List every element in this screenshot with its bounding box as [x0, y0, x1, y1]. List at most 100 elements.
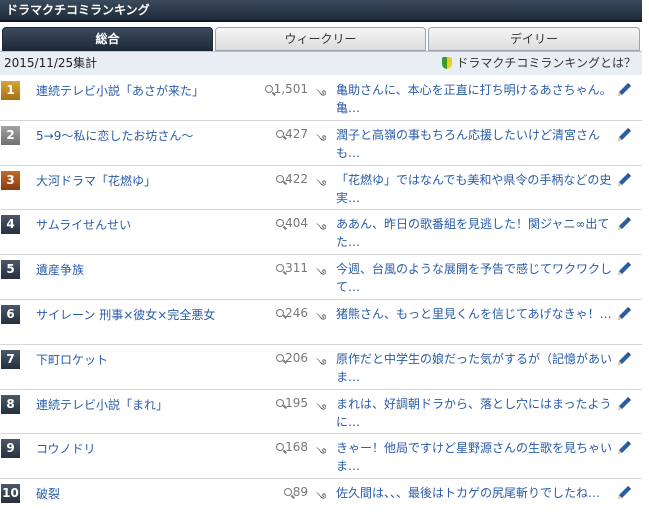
aggregation-date: 2015/11/25集計 [4, 56, 98, 70]
search-icon [276, 219, 285, 228]
beginner-leaf-icon [442, 57, 453, 69]
comment-link[interactable]: 佐久間は、、、最後はトカゲの尻尾斬りでしたね… [336, 484, 614, 519]
rank-badge: 6 [1, 304, 20, 324]
drama-title-link[interactable]: コウノドリ [36, 440, 96, 457]
rank-badge: 5 [1, 260, 20, 280]
search-count: 206 [248, 351, 308, 365]
comment-link[interactable]: 「花燃ゆ」ではなんでも美和や県令の手柄などの史実… [336, 171, 614, 209]
search-icon [276, 443, 285, 452]
search-icon [276, 264, 285, 273]
drama-title-link[interactable]: サイレーン 刑事×彼女×完全悪女 [36, 306, 215, 323]
search-count: 195 [248, 396, 308, 410]
search-count-value: 246 [285, 305, 308, 320]
ranking-help-label: ドラマクチコミランキングとは？ [456, 56, 636, 70]
comment-link[interactable]: 亀助さんに、本心を正直に打ち明けるあさちゃん。亀… [336, 81, 614, 119]
talk-icon: ࿓ [316, 356, 327, 370]
search-icon [276, 129, 285, 138]
search-count-value: 404 [285, 216, 308, 231]
list-item: 10 破裂 89 ࿓ 佐久間は、、、最後はトカゲの尻尾斬りでしたね… [0, 479, 642, 519]
search-icon [276, 308, 285, 317]
search-count-value: 422 [285, 171, 308, 186]
rank-badge: 1 [1, 81, 20, 100]
drama-title-link[interactable]: 5→9～私に恋したお坊さん～ [36, 127, 193, 144]
search-count: 168 [248, 440, 308, 454]
search-icon [264, 85, 273, 93]
search-icon [283, 488, 292, 497]
pencil-icon[interactable] [616, 127, 632, 143]
rank-badge: 7 [1, 349, 20, 369]
pencil-icon[interactable] [616, 216, 632, 232]
search-count-value: 168 [285, 440, 308, 455]
talk-icon: ࿓ [316, 491, 327, 505]
tab-daily[interactable]: デイリー [428, 27, 640, 51]
rank-badge: 8 [1, 394, 20, 414]
pencil-icon[interactable] [616, 396, 632, 412]
list-item: 9 コウノドリ 168 ࿓ きゃー！他局ですけど星野源さんの生歌を見ちゃいま… [0, 434, 642, 480]
pencil-icon[interactable] [616, 172, 632, 188]
search-count-value: 427 [285, 126, 308, 141]
comment-link[interactable]: 今週、台風のような展開を予告で感じてワクワクして… [336, 260, 614, 298]
search-count: 1,501 [248, 82, 308, 96]
tab-weekly[interactable]: ウィークリー [215, 27, 426, 51]
pencil-icon[interactable] [616, 82, 632, 98]
drama-title-link[interactable]: 破裂 [36, 485, 60, 502]
search-count-value: 311 [285, 261, 308, 276]
rank-badge: 10 [1, 484, 20, 504]
search-icon [276, 398, 285, 407]
ranking-tabs: 総合 ウィークリー デイリー [2, 27, 642, 51]
search-icon [276, 353, 285, 362]
drama-title-link[interactable]: 連続テレビ小説「まれ」 [36, 396, 168, 413]
search-count: 427 [248, 127, 308, 141]
search-count: 404 [248, 216, 308, 230]
talk-icon: ࿓ [316, 177, 327, 191]
ranking-help-link[interactable]: ドラマクチコミランキングとは？ [442, 52, 636, 74]
list-item: 5 遺産争族 311 ࿓ 今週、台風のような展開を予告で感じてワクワクして… [0, 255, 642, 300]
pencil-icon[interactable] [616, 485, 632, 501]
list-item: 4 サムライせんせい 404 ࿓ ああん、昨日の歌番組を見逃した！関ジャニ∞出て… [0, 210, 642, 256]
comment-link[interactable]: 原作だと中学生の娘だった気がするが（記憶があいま… [336, 350, 614, 388]
list-item: 3 大河ドラマ「花燃ゆ」 422 ࿓ 「花燃ゆ」ではなんでも美和や県令の手柄など… [0, 166, 642, 211]
comment-link[interactable]: きゃー！他局ですけど星野源さんの生歌を見ちゃいま… [336, 439, 614, 477]
drama-title-link[interactable]: 下町ロケット [36, 351, 108, 368]
pencil-icon[interactable] [616, 306, 632, 322]
list-item: 7 下町ロケット 206 ࿓ 原作だと中学生の娘だった気がするが（記憶があいま… [0, 345, 642, 390]
rank-badge: 3 [1, 170, 20, 190]
comment-link[interactable]: ああん、昨日の歌番組を見逃した！関ジャニ∞出てた… [336, 215, 614, 253]
talk-icon: ࿓ [316, 446, 327, 460]
pencil-icon[interactable] [616, 440, 632, 456]
drama-title-link[interactable]: 大河ドラマ「花燃ゆ」 [36, 172, 156, 189]
rank-badge: 9 [1, 439, 20, 459]
search-count: 246 [248, 306, 308, 320]
talk-icon: ࿓ [316, 132, 327, 146]
rank-badge: 2 [1, 125, 20, 145]
talk-icon: ࿓ [316, 401, 327, 415]
search-count-value: 195 [285, 395, 308, 410]
ranking-list: 1 連続テレビ小説「あさが来た」 1,501 ࿓ 亀助さんに、本心を正直に打ち明… [0, 76, 642, 519]
search-icon [276, 174, 285, 183]
comment-link[interactable]: まれは、好調朝ドラから、落とし穴にはまったように… [336, 395, 614, 433]
info-bar: 2015/11/25集計 ドラマクチコミランキングとは？ [0, 51, 642, 75]
talk-icon: ࿓ [316, 88, 327, 101]
search-count: 422 [248, 172, 308, 186]
talk-icon: ࿓ [316, 311, 327, 325]
list-item: 8 連続テレビ小説「まれ」 195 ࿓ まれは、好調朝ドラから、落とし穴にはまっ… [0, 390, 642, 435]
drama-title-link[interactable]: サムライせんせい [36, 216, 131, 233]
page-title: ドラマクチコミランキング [0, 0, 642, 22]
list-item: 2 5→9～私に恋したお坊さん～ 427 ࿓ 潤子と高嶺の事もちろん応援したいけ… [0, 121, 642, 166]
search-count-value: 1,501 [273, 82, 308, 96]
rank-badge: 4 [1, 215, 20, 235]
pencil-icon[interactable] [616, 261, 632, 277]
talk-icon: ࿓ [316, 267, 327, 281]
comment-link[interactable]: 潤子と高嶺の事もちろん応援したいけど清宮さんも… [336, 126, 614, 164]
search-count-value: 206 [285, 350, 308, 365]
pencil-icon[interactable] [616, 351, 632, 367]
list-item: 6 サイレーン 刑事×彼女×完全悪女 246 ࿓ 猪熊さん、もっと里見くんを信じ… [0, 300, 642, 345]
tab-overall[interactable]: 総合 [2, 27, 213, 51]
search-count: 311 [248, 261, 308, 275]
drama-title-link[interactable]: 連続テレビ小説「あさが来た」 [36, 82, 204, 99]
search-count: 89 [248, 485, 308, 499]
comment-link[interactable]: 猪熊さん、もっと里見くんを信じてあげなきゃ！… [336, 305, 614, 343]
drama-title-link[interactable]: 遺産争族 [36, 261, 84, 278]
talk-icon: ࿓ [316, 222, 327, 236]
list-item: 1 連続テレビ小説「あさが来た」 1,501 ࿓ 亀助さんに、本心を正直に打ち明… [0, 76, 642, 121]
